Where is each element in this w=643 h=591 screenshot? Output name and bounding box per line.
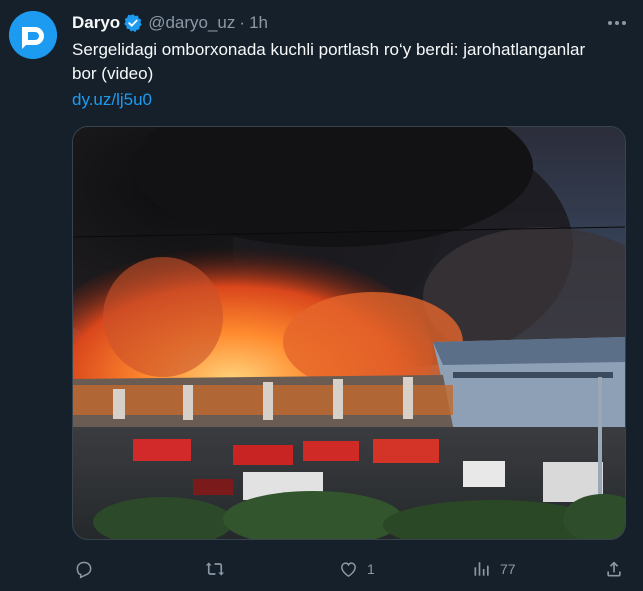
views-icon [474,562,489,576]
daryo-logo-icon [9,11,57,59]
reply-button[interactable] [74,556,102,582]
tweet-text: Sergelidagi omborxonada kuchli portlash … [72,40,586,83]
tweet-header: Daryo @daryo_uz · 1h [72,12,268,34]
share-icon [607,561,621,577]
more-options-button[interactable] [600,8,634,38]
like-button[interactable]: 1 [338,556,375,582]
share-button[interactable] [604,556,624,582]
tweet-actions: 1 77 [0,556,643,582]
heart-icon [341,562,356,577]
warehouse-fire-photo [73,127,625,539]
header-separator: · [239,13,246,32]
views-count: 77 [500,561,516,577]
tweet-time[interactable]: 1h [249,13,268,33]
author-handle[interactable]: @daryo_uz [148,13,235,33]
views-button[interactable]: 77 [472,556,516,582]
tweet-link[interactable]: dy.uz/lj5u0 [72,88,152,112]
tweet-media-photo[interactable] [72,126,626,540]
display-name[interactable]: Daryo [72,13,120,33]
more-dots-icon [608,21,626,25]
verified-badge-icon[interactable] [123,13,143,33]
avatar[interactable] [9,11,57,59]
retweet-icon [205,562,225,576]
tweet-card[interactable]: Daryo @daryo_uz · 1h Sergelidagi omborxo… [0,0,643,591]
like-count: 1 [367,561,375,577]
reply-icon [76,561,92,579]
retweet-button[interactable] [204,556,234,582]
